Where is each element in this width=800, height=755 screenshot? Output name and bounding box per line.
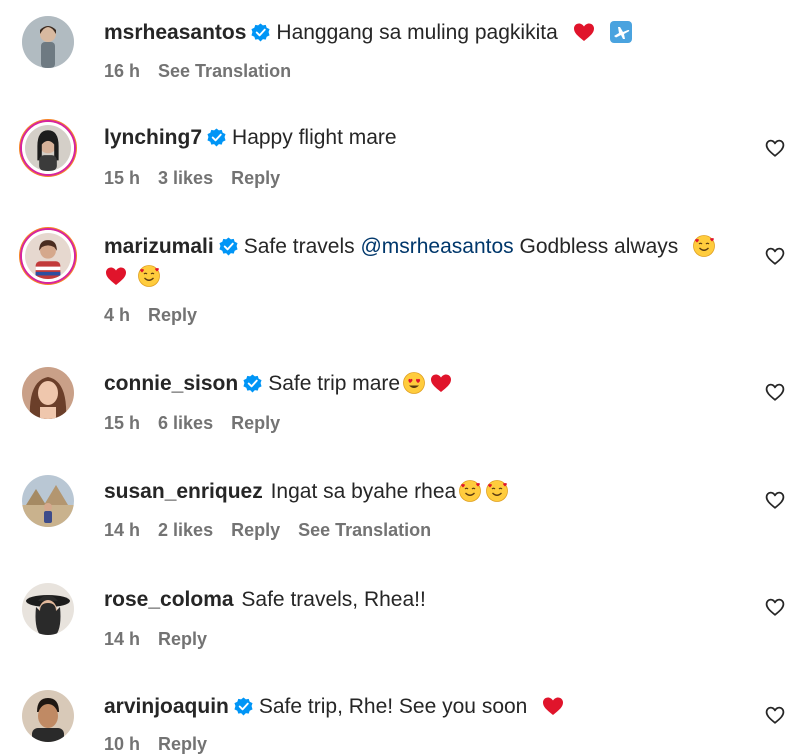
avatar-image <box>22 690 74 742</box>
like-heart-icon[interactable] <box>764 489 788 513</box>
avatar[interactable] <box>22 230 74 282</box>
avatar[interactable] <box>22 367 74 419</box>
comment-time: 14 h <box>104 629 141 649</box>
comment-username[interactable]: msrheasantos <box>104 21 246 44</box>
heart-eyes-icon <box>402 371 426 395</box>
reply-button[interactable]: Reply <box>231 168 280 188</box>
comment-time: 15 h <box>104 168 141 188</box>
avatar-image <box>22 583 74 635</box>
reply-button[interactable]: Reply <box>231 520 280 540</box>
comment-username[interactable]: rose_coloma <box>104 588 234 611</box>
comment-time: 16 h <box>104 61 141 81</box>
reply-button[interactable]: Reply <box>158 734 207 754</box>
smiling-face-with-hearts-icon <box>137 264 161 288</box>
avatar[interactable] <box>22 122 74 174</box>
heart-outline-icon <box>764 245 786 267</box>
comment-time: 10 h <box>104 734 141 754</box>
avatar[interactable] <box>22 475 74 527</box>
red-heart-icon <box>541 694 565 718</box>
avatar-image <box>25 233 71 279</box>
verified-badge-icon <box>251 23 270 42</box>
comment-username[interactable]: connie_sison <box>104 372 238 395</box>
avatar[interactable] <box>22 583 74 635</box>
heart-outline-icon <box>764 704 786 726</box>
like-heart-icon[interactable] <box>764 596 788 620</box>
verified-badge-icon <box>243 374 262 393</box>
heart-outline-icon <box>764 137 786 159</box>
verified-badge-icon <box>219 237 238 256</box>
verified-badge-icon <box>207 128 226 147</box>
comment-time: 14 h <box>104 520 141 540</box>
like-heart-icon[interactable] <box>764 137 788 161</box>
comment-text: Safe travels, Rhea!! <box>241 588 426 611</box>
comment-text: Ingat sa byahe rhea <box>270 480 457 503</box>
red-heart-icon <box>572 20 596 44</box>
like-heart-icon[interactable] <box>764 381 788 405</box>
avatar-image <box>22 16 74 68</box>
comment-username[interactable]: lynching7 <box>104 126 202 149</box>
comment-time: 15 h <box>104 413 141 433</box>
like-heart-icon[interactable] <box>764 704 788 728</box>
airplane-icon <box>609 20 633 44</box>
red-heart-icon <box>429 371 453 395</box>
heart-outline-icon <box>764 489 786 511</box>
avatar[interactable] <box>22 690 74 742</box>
comment-text: Happy flight mare <box>232 126 397 149</box>
avatar-image <box>25 125 71 171</box>
see-translation-link[interactable]: See Translation <box>158 61 291 81</box>
comment-text: Safe travels <box>243 235 361 258</box>
heart-outline-icon <box>764 381 786 403</box>
likes-count[interactable]: 3 likes <box>158 168 213 188</box>
comment-username[interactable]: marizumali <box>104 235 214 258</box>
verified-badge-icon <box>234 697 253 716</box>
reply-button[interactable]: Reply <box>158 629 207 649</box>
reply-button[interactable]: Reply <box>148 305 197 325</box>
avatar-image <box>22 367 74 419</box>
smiling-face-with-hearts-icon <box>458 479 482 503</box>
avatar-image <box>22 475 74 527</box>
comment-text: Safe trip, Rhe! See you soon <box>258 695 528 718</box>
mention-link[interactable]: @msrheasantos <box>360 235 513 258</box>
likes-count[interactable]: 6 likes <box>158 413 213 433</box>
comment-text: Hanggang sa muling pagkikita <box>276 21 558 44</box>
like-heart-icon[interactable] <box>764 245 788 269</box>
see-translation-link[interactable]: See Translation <box>298 520 431 540</box>
comment-username[interactable]: susan_enriquez <box>104 480 263 503</box>
avatar[interactable] <box>22 16 74 68</box>
likes-count[interactable]: 2 likes <box>158 520 213 540</box>
red-heart-icon <box>104 264 128 288</box>
reply-button[interactable]: Reply <box>231 413 280 433</box>
heart-outline-icon <box>764 596 786 618</box>
comment-text: Godbless always <box>513 235 679 258</box>
comment-time: 4 h <box>104 305 131 325</box>
smiling-face-with-hearts-icon <box>485 479 509 503</box>
smiling-face-with-hearts-icon <box>692 234 716 258</box>
comment-text: Safe trip mare <box>268 372 401 395</box>
comment-username[interactable]: arvinjoaquin <box>104 695 229 718</box>
